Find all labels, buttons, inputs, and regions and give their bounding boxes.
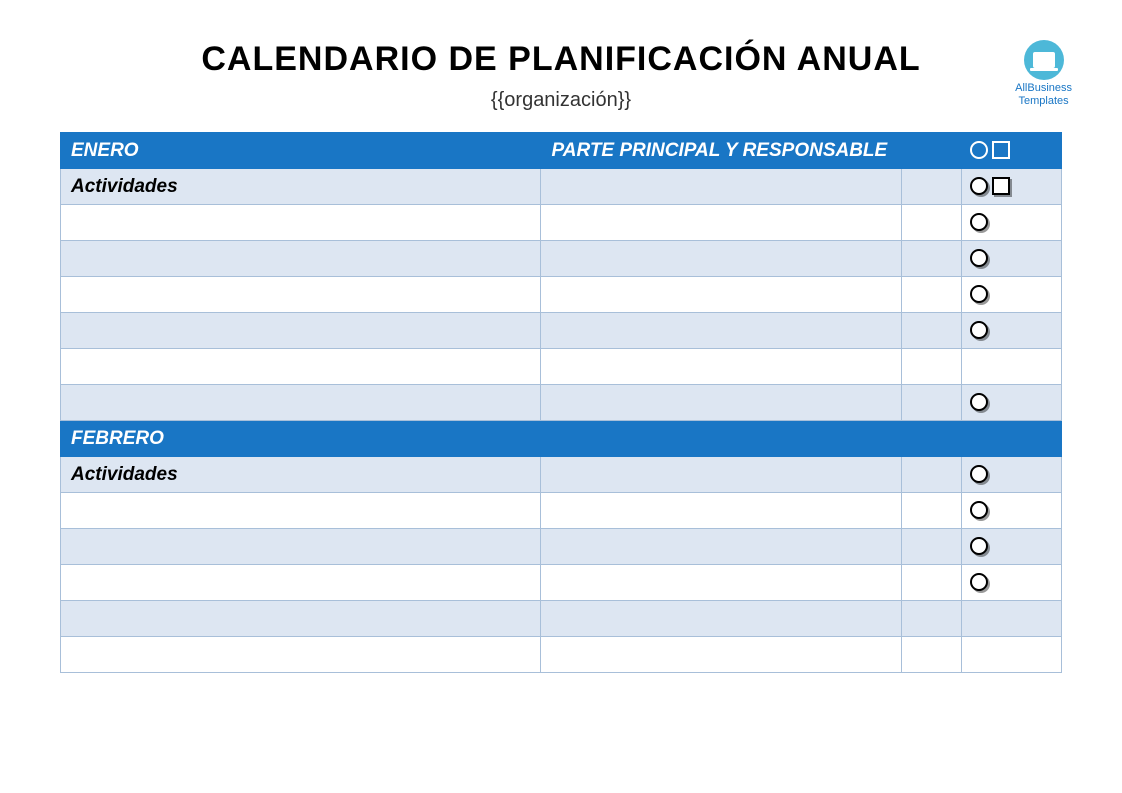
table-row [61,313,1062,349]
table-row [61,565,1062,601]
cell [541,457,901,493]
cell [901,565,961,601]
square-icon [992,177,1010,195]
cell [541,349,901,385]
table-row [61,493,1062,529]
section-label-cell: Actividades [61,457,541,493]
table-row [61,529,1062,565]
cell [541,313,901,349]
status-cell [961,637,1061,673]
cell [61,313,541,349]
status-cell [961,385,1061,421]
status-cell [961,457,1061,493]
status-cell [961,169,1061,205]
cell [901,313,961,349]
status-cell [961,313,1061,349]
status-cell [961,565,1061,601]
cell [541,601,901,637]
circle-icon [970,393,988,411]
circle-icon [970,285,988,303]
spacer-cell [901,133,961,169]
cell [541,241,901,277]
circle-icon [970,321,988,339]
brand-logo: AllBusiness Templates [1015,40,1072,108]
responsible-header-cell [541,421,901,457]
month-header-row: ENEROPARTE PRINCIPAL Y RESPONSABLE [61,133,1062,169]
square-icon [992,141,1010,159]
cell [901,277,961,313]
section-header-row: Actividades [61,169,1062,205]
table-row [61,277,1062,313]
month-name-cell: ENERO [61,133,541,169]
table-row [61,205,1062,241]
cell [901,385,961,421]
status-cell [961,529,1061,565]
status-header-cell [961,421,1061,457]
cell [61,637,541,673]
cell [541,493,901,529]
laptop-icon [1033,52,1055,68]
cell [61,205,541,241]
cell [541,169,901,205]
cell [901,241,961,277]
document-subtitle: {{organización}} [60,89,1062,112]
circle-icon [970,573,988,591]
cell [61,529,541,565]
table-row [61,349,1062,385]
cell [901,601,961,637]
status-cell [961,349,1061,385]
document-header: CALENDARIO DE PLANIFICACIÓN ANUAL AllBus… [60,40,1062,112]
cell [901,349,961,385]
cell [61,565,541,601]
cell [901,457,961,493]
cell [901,529,961,565]
cell [61,493,541,529]
circle-icon [970,249,988,267]
cell [541,277,901,313]
status-header-cell [961,133,1061,169]
table-row [61,241,1062,277]
planning-table: ENEROPARTE PRINCIPAL Y RESPONSABLEActivi… [60,132,1062,673]
circle-icon [970,177,988,195]
cell [61,385,541,421]
status-cell [961,205,1061,241]
logo-text-line1: AllBusiness [1015,82,1072,95]
status-cell [961,241,1061,277]
month-header-row: FEBRERO [61,421,1062,457]
cell [901,169,961,205]
section-label-cell: Actividades [61,169,541,205]
logo-text-line2: Templates [1015,95,1072,108]
cell [61,241,541,277]
cell [61,349,541,385]
cell [541,385,901,421]
cell [541,529,901,565]
status-cell [961,601,1061,637]
responsible-header-cell: PARTE PRINCIPAL Y RESPONSABLE [541,133,901,169]
cell [61,277,541,313]
circle-icon [970,465,988,483]
status-cell [961,277,1061,313]
cell [901,205,961,241]
cell [901,637,961,673]
circle-icon [970,141,988,159]
cell [541,205,901,241]
status-cell [961,493,1061,529]
cell [61,601,541,637]
table-row [61,637,1062,673]
document-title: CALENDARIO DE PLANIFICACIÓN ANUAL [201,40,920,79]
circle-icon [970,501,988,519]
cell [541,565,901,601]
table-row [61,385,1062,421]
cell [901,493,961,529]
section-header-row: Actividades [61,457,1062,493]
circle-icon [970,537,988,555]
spacer-cell [901,421,961,457]
month-name-cell: FEBRERO [61,421,541,457]
cell [541,637,901,673]
circle-icon [970,213,988,231]
logo-circle-icon [1024,40,1064,80]
table-row [61,601,1062,637]
